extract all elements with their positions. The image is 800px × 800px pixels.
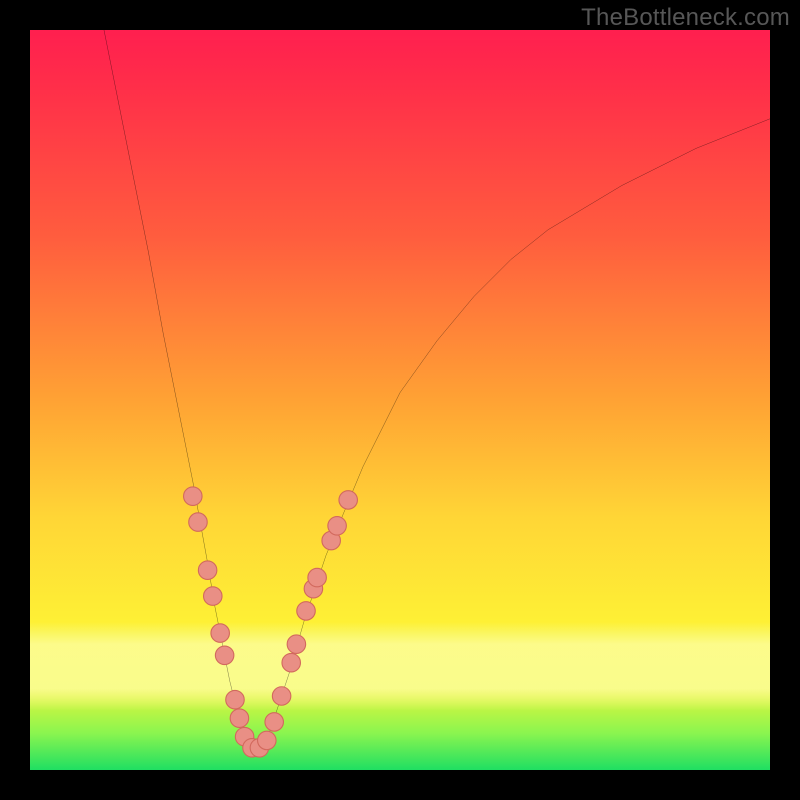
data-dots-group bbox=[184, 487, 358, 757]
data-dot bbox=[189, 513, 208, 532]
data-dot bbox=[215, 646, 234, 665]
data-dot bbox=[204, 587, 223, 606]
plot-area bbox=[30, 30, 770, 770]
data-dot bbox=[328, 517, 347, 536]
watermark-text: TheBottleneck.com bbox=[581, 4, 790, 32]
chart-frame: TheBottleneck.com bbox=[0, 0, 800, 800]
data-dot bbox=[230, 709, 249, 728]
data-dot bbox=[272, 687, 291, 706]
data-dot bbox=[198, 561, 217, 580]
data-dot bbox=[282, 653, 301, 672]
data-dot bbox=[258, 731, 277, 750]
data-dot bbox=[297, 602, 316, 621]
data-dot bbox=[211, 624, 230, 643]
data-dot bbox=[226, 690, 245, 709]
bottleneck-curve bbox=[104, 30, 770, 748]
data-dot bbox=[265, 713, 284, 732]
data-dot bbox=[184, 487, 203, 506]
curve-group bbox=[104, 30, 770, 748]
data-dot bbox=[308, 568, 327, 587]
data-dot bbox=[339, 491, 358, 510]
chart-svg bbox=[30, 30, 770, 770]
data-dot bbox=[287, 635, 306, 654]
